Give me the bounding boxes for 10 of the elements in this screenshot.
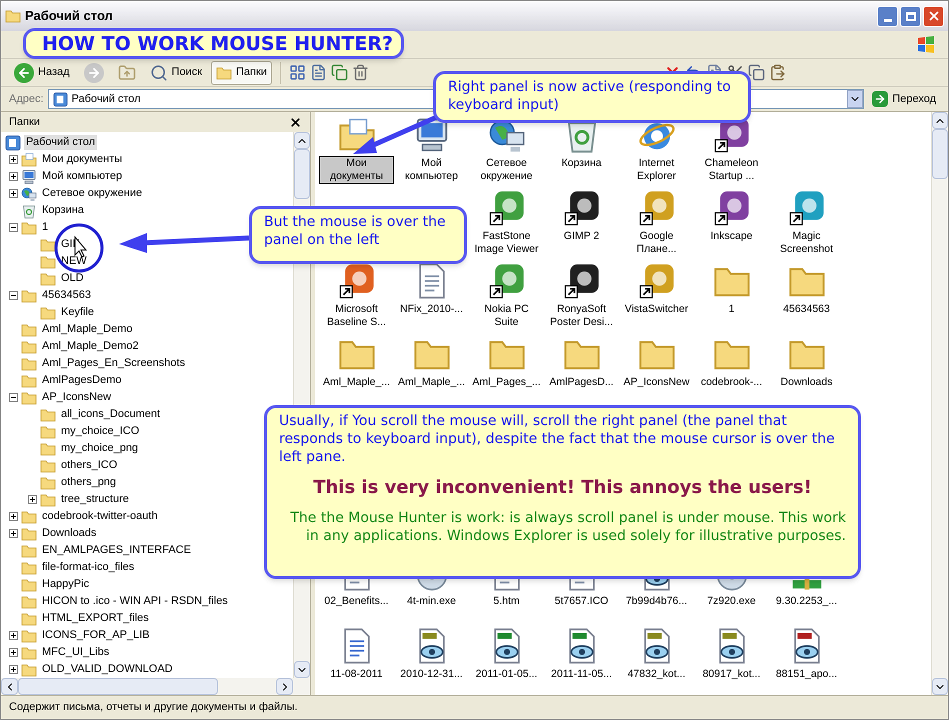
- status-text: Содержит письма, отчеты и другие документы и файлы.: [9, 700, 298, 716]
- callout-text: The the Mouse Hunter is work: is always scroll panel is under mouse. This work in any applications. Windows Explorer is used solely for illustrative purposes.: [289, 509, 846, 545]
- callout-text: HOW TO WORK MOUSE HUNTER?: [42, 32, 394, 54]
- address-label: Адрес:: [9, 92, 44, 107]
- panel-title: Папки: [9, 114, 40, 130]
- callout-text: Usually, if You scroll the mouse will, scroll the right panel (the panel that responds to keyboard input), despite the fact that the mouse cursor is over the left pane.: [279, 412, 836, 466]
- callout-text: But the mouse is over the panel on the left: [264, 213, 447, 249]
- window-title: Рабочий стол: [25, 7, 113, 26]
- callout-text: This is very inconvenient! This annoys the users!: [312, 476, 813, 500]
- callout-text: Right panel is now active (responding to keyboard input): [448, 78, 732, 114]
